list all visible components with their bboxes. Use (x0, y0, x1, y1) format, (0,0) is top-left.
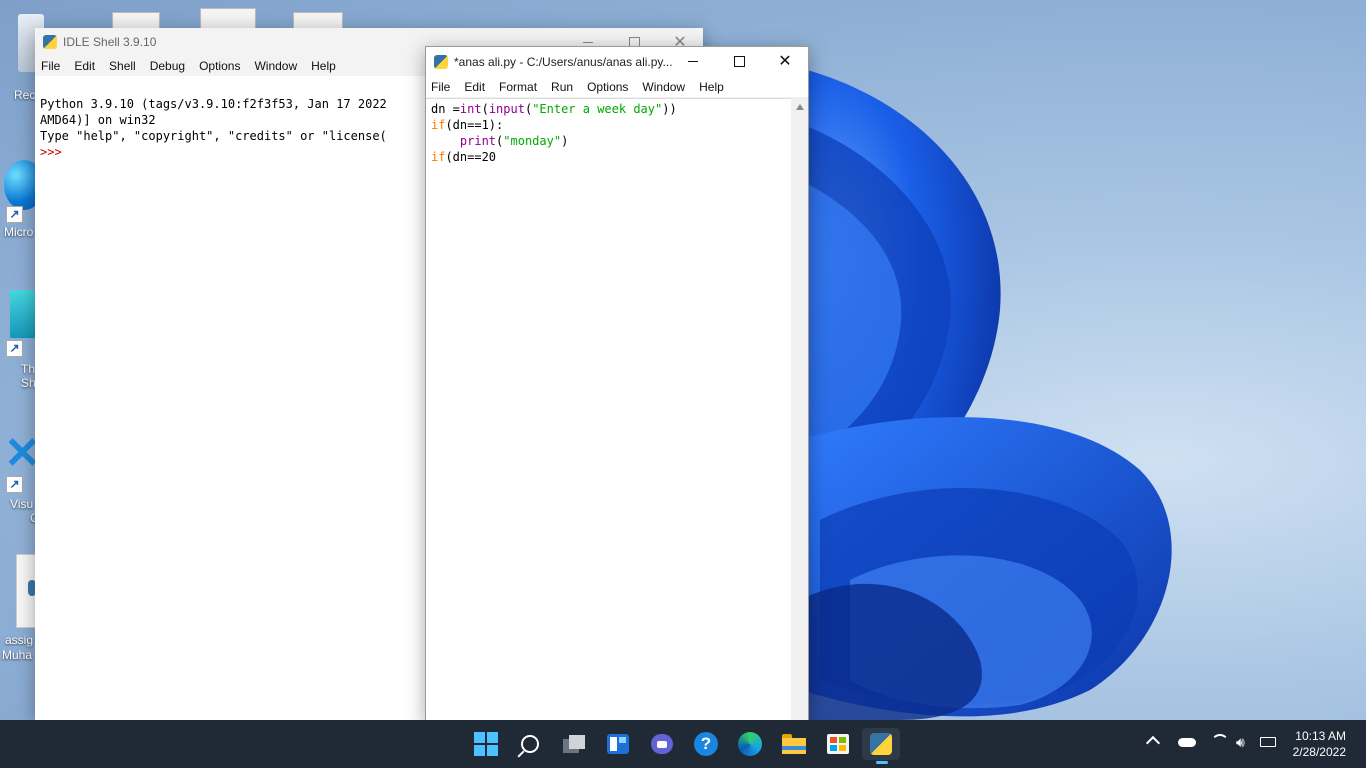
active-app-indicator (876, 761, 888, 764)
desktop-icon-label: Rec (14, 88, 36, 102)
store-button[interactable] (822, 728, 854, 760)
shortcut-arrow-icon: ↗ (6, 340, 23, 357)
onedrive-button[interactable] (1178, 734, 1196, 750)
code-line: if(dn==20 (431, 150, 497, 164)
menu-debug[interactable]: Debug (143, 59, 192, 73)
edge-button[interactable] (734, 728, 766, 760)
python-file-icon (434, 55, 448, 69)
minimize-icon (583, 41, 593, 43)
editor-window[interactable]: *anas ali.py - C:/Users/anus/anas ali.py… (425, 46, 809, 722)
store-icon (827, 734, 849, 754)
menu-help[interactable]: Help (692, 80, 731, 94)
vscode-icon: ✕ (4, 429, 41, 478)
menu-format[interactable]: Format (492, 80, 544, 94)
menu-options[interactable]: Options (580, 80, 635, 94)
editor-menubar: File Edit Format Run Options Window Help (426, 77, 808, 97)
desktop-icon-app[interactable]: ↗ (0, 288, 38, 357)
edge-icon (738, 732, 762, 756)
menu-window[interactable]: Window (247, 59, 304, 73)
maximize-icon (733, 55, 745, 67)
editor-titlebar[interactable]: *anas ali.py - C:/Users/anus/anas ali.py… (426, 47, 808, 77)
speaker-icon: 🔊︎ (1236, 734, 1245, 750)
menu-edit[interactable]: Edit (67, 59, 102, 73)
desktop-icon-label: Th (21, 362, 36, 376)
battery-icon (1260, 737, 1276, 747)
cloud-icon (1178, 738, 1196, 747)
shortcut-arrow-icon: ↗ (6, 206, 23, 223)
desktop-icon-label: Sh (21, 376, 36, 390)
desktop-icon-edge[interactable]: ↗ (0, 150, 44, 223)
start-button[interactable] (470, 728, 502, 760)
menu-shell[interactable]: Shell (102, 59, 143, 73)
desktop-icon-label: Visu (10, 497, 34, 511)
widgets-button[interactable] (602, 728, 634, 760)
desktop-file-icon[interactable] (200, 8, 256, 29)
minimize-button[interactable] (670, 47, 716, 75)
taskbar: ? 🔊︎ 10:13 AM 2/28/2022 (0, 720, 1366, 768)
search-button[interactable] (514, 728, 546, 760)
python-idle-taskbar-button[interactable] (862, 728, 900, 764)
chat-button[interactable] (646, 728, 678, 760)
menu-file[interactable]: File (35, 59, 67, 73)
help-button[interactable]: ? (690, 728, 722, 760)
menu-window[interactable]: Window (635, 80, 692, 94)
desktop-icon-vscode[interactable]: ✕ ↗ (0, 429, 41, 493)
desktop-file-icon[interactable] (293, 12, 343, 29)
wifi-button[interactable] (1211, 734, 1229, 755)
minimize-icon (688, 60, 698, 62)
help-icon: ? (694, 732, 718, 756)
python-idle-icon (870, 733, 892, 755)
clock-time: 10:13 AM (1295, 729, 1346, 743)
clock[interactable]: 10:13 AM 2/28/2022 (1293, 728, 1346, 760)
search-icon (517, 735, 539, 758)
wifi-icon (1211, 734, 1229, 752)
desktop-icon-document[interactable] (0, 550, 40, 630)
volume-button[interactable]: 🔊︎ (1236, 734, 1245, 751)
desktop-icon-label: assig (5, 633, 34, 647)
menu-edit[interactable]: Edit (457, 80, 492, 94)
file-explorer-icon (782, 734, 806, 754)
clock-date: 2/28/2022 (1292, 745, 1346, 759)
code-line: if(dn==1): (431, 118, 504, 132)
vertical-scrollbar[interactable] (791, 98, 808, 721)
close-icon: ✕ (778, 53, 792, 70)
editor-window-title: *anas ali.py - C:/Users/anus/anas ali.py… (454, 55, 673, 69)
task-view-button[interactable] (558, 728, 590, 760)
desktop-file-icon[interactable] (112, 12, 160, 29)
battery-button[interactable] (1260, 734, 1276, 750)
maximize-button[interactable] (716, 47, 762, 75)
close-button[interactable]: ✕ (762, 47, 808, 75)
desktop-icon-label: Muha (2, 648, 33, 662)
scroll-up-arrow-icon[interactable] (795, 104, 804, 110)
code-editor-area[interactable]: dn =int(input("Enter a week day")) if(dn=… (426, 98, 791, 721)
code-line: dn =int(input("Enter a week day")) (431, 102, 677, 116)
shortcut-arrow-icon: ↗ (6, 476, 23, 493)
task-view-icon (563, 735, 585, 753)
widgets-icon (607, 734, 629, 754)
shell-window-title: IDLE Shell 3.9.10 (63, 35, 157, 49)
file-explorer-button[interactable] (778, 728, 810, 760)
start-icon (474, 732, 498, 756)
chat-icon (651, 734, 673, 754)
menu-run[interactable]: Run (544, 80, 580, 94)
desktop-icon-label: Micro (4, 225, 34, 239)
python-icon (43, 35, 57, 49)
chevron-up-icon (1145, 735, 1161, 751)
menu-file[interactable]: File (426, 80, 457, 94)
menu-help[interactable]: Help (304, 59, 343, 73)
app-shortcut-icon (10, 290, 38, 338)
code-line: print("monday") (459, 134, 569, 148)
menu-options[interactable]: Options (192, 59, 247, 73)
show-hidden-icons-button[interactable] (1145, 734, 1161, 751)
